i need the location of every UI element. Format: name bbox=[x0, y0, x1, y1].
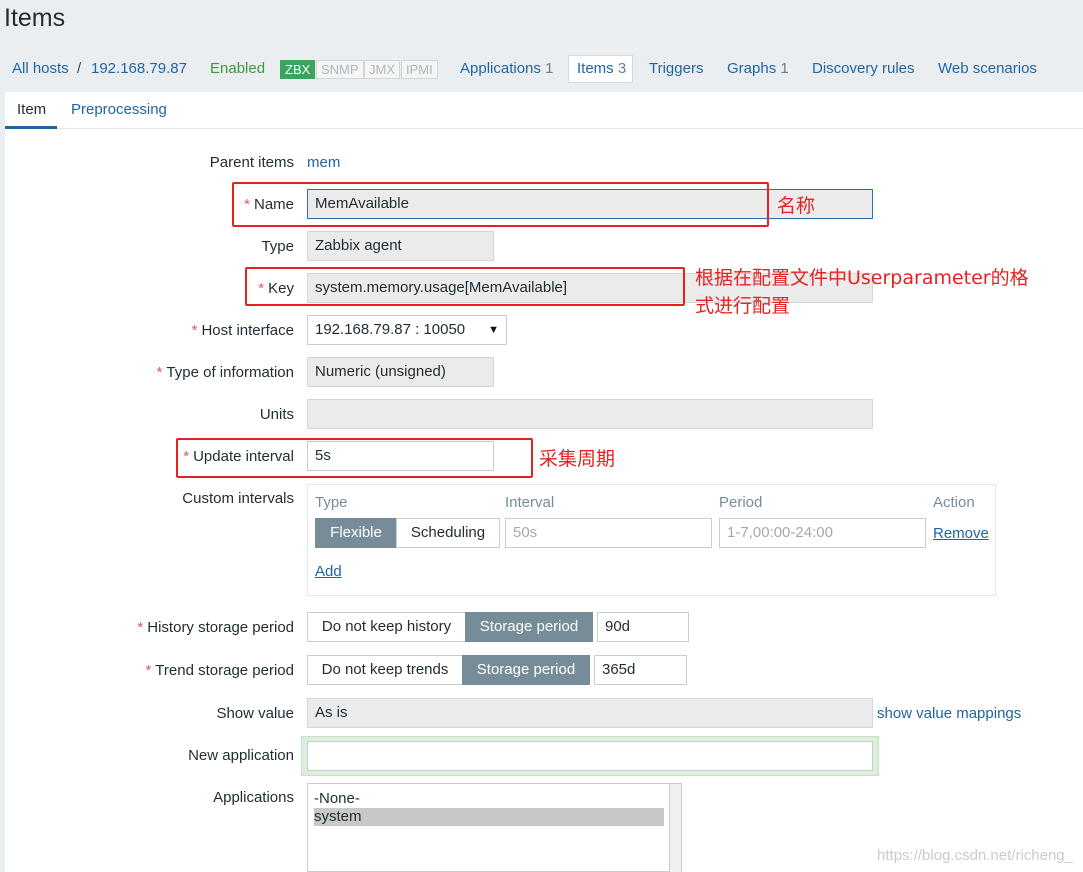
interval-input[interactable]: 50s bbox=[505, 518, 712, 548]
show-value-label: Show value bbox=[216, 705, 294, 722]
host-interface-label: * Host interface bbox=[192, 322, 294, 339]
badge-snmp: SNMP bbox=[316, 60, 364, 79]
custom-intervals-table: Type Interval Period Action Flexible Sch… bbox=[307, 484, 996, 596]
required-marker: * bbox=[191, 322, 198, 339]
nav-applications[interactable]: Applications 1 bbox=[460, 60, 553, 77]
breadcrumb-separator: / bbox=[77, 60, 82, 77]
nav-items-count: 3 bbox=[617, 60, 627, 77]
tab-item-underline bbox=[5, 126, 57, 129]
tab-preprocessing[interactable]: Preprocessing bbox=[71, 101, 167, 118]
nav-triggers[interactable]: Triggers bbox=[649, 60, 703, 77]
item-form-panel: Item Preprocessing Parent items mem * Nam… bbox=[5, 92, 1083, 872]
ci-header-period: Period bbox=[719, 494, 763, 511]
annotation-name: 名称 bbox=[777, 195, 816, 217]
host-interface-select[interactable]: 192.168.79.87 : 10050 ▼ bbox=[307, 315, 507, 345]
trend-storage-period-toggle[interactable]: Storage period bbox=[462, 655, 590, 685]
chevron-down-icon: ▼ bbox=[488, 324, 499, 336]
history-storage-label-text: History storage period bbox=[147, 619, 294, 636]
parent-items-label: Parent items bbox=[209, 154, 294, 171]
units-label: Units bbox=[259, 406, 294, 423]
key-label-text: Key bbox=[268, 280, 294, 297]
do-not-keep-history-toggle[interactable]: Do not keep history bbox=[307, 612, 466, 642]
required-marker: * bbox=[244, 196, 250, 213]
host-interface-value: 192.168.79.87 : 10050 bbox=[315, 321, 466, 338]
tab-item[interactable]: Item bbox=[17, 101, 46, 118]
history-storage-period-toggle[interactable]: Storage period bbox=[465, 612, 593, 642]
nav-graphs[interactable]: Graphs 1 bbox=[727, 60, 789, 77]
required-marker: * bbox=[137, 619, 144, 636]
custom-intervals-label: Custom intervals bbox=[182, 490, 294, 507]
annotation-interval: 采集周期 bbox=[539, 448, 616, 470]
watermark: https://blog.csdn.net/richeng_ bbox=[877, 847, 1073, 864]
do-not-keep-trends-toggle[interactable]: Do not keep trends bbox=[307, 655, 463, 685]
new-application-label: New application bbox=[188, 747, 294, 764]
units-field bbox=[307, 399, 873, 429]
trend-storage-label-text: Trend storage period bbox=[155, 662, 294, 679]
update-interval-input[interactable]: 5s bbox=[307, 441, 494, 471]
parent-item-link[interactable]: mem bbox=[307, 154, 340, 171]
show-value-field: As is bbox=[307, 698, 873, 728]
required-marker: * bbox=[183, 448, 190, 465]
type-of-information-label: * Type of information bbox=[157, 364, 294, 381]
all-hosts-link[interactable]: All hosts bbox=[12, 60, 69, 77]
ci-header-interval: Interval bbox=[505, 494, 555, 511]
period-input[interactable]: 1-7,00:00-24:00 bbox=[719, 518, 926, 548]
trend-storage-label: * Trend storage period bbox=[145, 662, 294, 679]
nav-discovery-rules[interactable]: Discovery rules bbox=[812, 60, 915, 77]
type-of-information-field: Numeric (unsigned) bbox=[307, 357, 494, 387]
breadcrumb: All hosts / 192.168.79.87 Enabled ZBX SN… bbox=[0, 50, 1083, 88]
required-marker: * bbox=[156, 364, 163, 381]
host-link[interactable]: 192.168.79.87 bbox=[91, 60, 187, 77]
add-interval-link[interactable]: Add bbox=[315, 563, 342, 580]
annotation-key-line2: 式进行配置 bbox=[695, 295, 791, 317]
history-storage-label: * History storage period bbox=[137, 619, 294, 636]
new-application-input[interactable] bbox=[307, 741, 873, 771]
nav-items-label: Items bbox=[577, 60, 614, 77]
show-value-mappings-link[interactable]: show value mappings bbox=[877, 705, 1021, 722]
nav-web-scenarios[interactable]: Web scenarios bbox=[938, 60, 1037, 77]
nav-graphs-count: 1 bbox=[780, 60, 789, 77]
application-option[interactable]: -None- bbox=[314, 790, 664, 808]
badge-zbx: ZBX bbox=[280, 60, 316, 79]
type-of-information-label-text: Type of information bbox=[166, 364, 294, 381]
type-label: Type bbox=[261, 238, 294, 255]
applications-listbox[interactable]: -None- system bbox=[307, 783, 682, 872]
flexible-toggle[interactable]: Flexible bbox=[315, 518, 397, 548]
host-interface-label-text: Host interface bbox=[201, 322, 294, 339]
annotation-key-line1: 根据在配置文件中Userparameter的格 bbox=[695, 267, 1029, 289]
application-option-selected[interactable]: system bbox=[314, 808, 664, 826]
history-period-input[interactable]: 90d bbox=[597, 612, 689, 642]
remove-interval-link[interactable]: Remove bbox=[933, 525, 989, 542]
required-marker: * bbox=[145, 662, 152, 679]
nav-applications-count: 1 bbox=[545, 60, 554, 77]
name-label-text: Name bbox=[253, 196, 294, 213]
host-status-enabled[interactable]: Enabled bbox=[210, 60, 265, 77]
update-interval-label: * Update interval bbox=[183, 448, 294, 465]
page-title: Items bbox=[4, 4, 66, 32]
nav-graphs-label: Graphs bbox=[727, 60, 777, 77]
ci-header-action: Action bbox=[933, 494, 975, 511]
listbox-scrollbar[interactable] bbox=[669, 784, 681, 872]
trend-period-input[interactable]: 365d bbox=[594, 655, 687, 685]
badge-jmx: JMX bbox=[364, 60, 400, 79]
nav-applications-label: Applications bbox=[460, 60, 541, 77]
badge-ipmi: IPMI bbox=[401, 60, 438, 79]
key-label: * Key bbox=[258, 280, 294, 297]
ci-header-type: Type bbox=[315, 494, 348, 511]
required-marker: * bbox=[258, 280, 265, 297]
update-interval-label-text: Update interval bbox=[193, 448, 294, 465]
scheduling-toggle[interactable]: Scheduling bbox=[396, 518, 500, 548]
nav-items[interactable]: Items 3 bbox=[577, 60, 626, 77]
type-field: Zabbix agent bbox=[307, 231, 494, 261]
subtab-divider bbox=[5, 128, 1083, 129]
new-application-highlight bbox=[301, 736, 879, 776]
name-label: * Name bbox=[244, 196, 294, 213]
applications-label: Applications bbox=[213, 789, 294, 806]
